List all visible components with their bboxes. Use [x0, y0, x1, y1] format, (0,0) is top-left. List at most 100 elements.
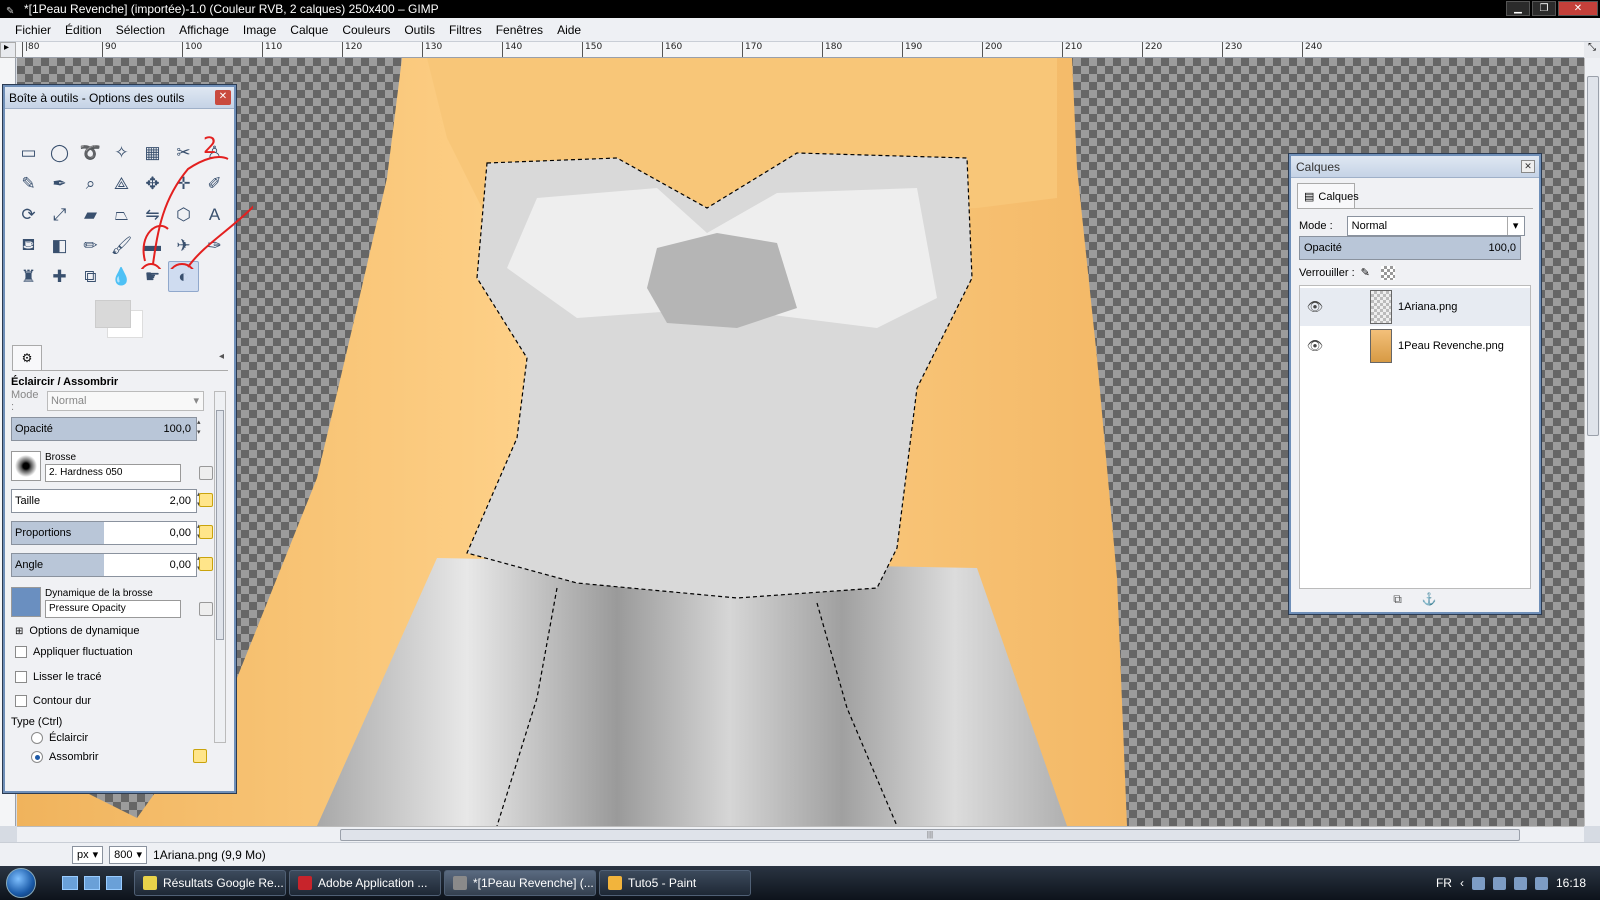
menu-aide[interactable]: Aide: [550, 19, 588, 41]
hard-edge-checkbox[interactable]: [15, 695, 27, 707]
menu-image[interactable]: Image: [236, 19, 283, 41]
tool-options-tab[interactable]: ⚙: [12, 345, 42, 371]
zoom-fit-icon[interactable]: ⤡: [1584, 42, 1600, 58]
aspect-slider[interactable]: Proportions 0,00 ▴▾: [11, 521, 201, 545]
reset-size-icon[interactable]: [199, 493, 213, 507]
mode-select[interactable]: Normal: [46, 391, 204, 411]
brush-name-field[interactable]: 2. Hardness 050: [45, 464, 181, 482]
menu-fenetres[interactable]: Fenêtres: [489, 19, 550, 41]
menu-calque[interactable]: Calque: [283, 19, 335, 41]
shear-tool[interactable]: ▰: [75, 199, 106, 230]
opacity-slider[interactable]: Opacité 100,0 ▴ ▾: [11, 417, 201, 441]
toolbox-title-bar[interactable]: Boîte à outils - Options des outils ✕: [5, 87, 234, 109]
taskbar-item-google[interactable]: Résultats Google Re...: [134, 870, 286, 896]
burn-radio-row[interactable]: Assombrir: [31, 751, 99, 763]
jitter-checkbox-row[interactable]: Appliquer fluctuation: [15, 646, 133, 658]
menu-filtres[interactable]: Filtres: [442, 19, 489, 41]
jitter-checkbox[interactable]: [15, 646, 27, 658]
visibility-eye-icon[interactable]: 👁: [1300, 338, 1330, 354]
zoom-tool[interactable]: ⌕: [75, 168, 106, 199]
layer-mode-select[interactable]: Normal: [1346, 216, 1525, 236]
tray-app-icon[interactable]: [1492, 876, 1506, 890]
switch-windows-icon[interactable]: [84, 876, 100, 890]
horizontal-ruler[interactable]: |80 90 100 110 120 130 140 150 160 170 1…: [16, 42, 1584, 58]
minimize-button[interactable]: ▁: [1506, 1, 1530, 16]
layers-tab[interactable]: ▤ Calques: [1297, 183, 1359, 209]
brush-preview[interactable]: [11, 451, 41, 481]
smooth-checkbox[interactable]: [15, 671, 27, 683]
maximize-button[interactable]: ❐: [1532, 1, 1556, 16]
start-button[interactable]: [0, 866, 42, 900]
reset-options-icon[interactable]: [193, 749, 207, 763]
network-icon[interactable]: [1513, 876, 1527, 890]
size-slider[interactable]: Taille 2,00 ▴▾: [11, 489, 201, 513]
edit-brush-icon[interactable]: [199, 466, 213, 480]
layer-name[interactable]: 1Ariana.png: [1398, 301, 1457, 313]
taskbar-item-adobe[interactable]: Adobe Application ...: [289, 870, 441, 896]
unit-select[interactable]: px ▾: [72, 845, 104, 864]
layer-opacity-slider[interactable]: Opacité 100,0: [1299, 236, 1521, 260]
layer-row[interactable]: 👁 1Ariana.png: [1300, 288, 1530, 326]
options-scroll-thumb[interactable]: [216, 410, 224, 640]
vertical-scroll-thumb[interactable]: [1587, 76, 1599, 436]
perspective-clone-tool[interactable]: ⧉: [75, 261, 106, 292]
bucket-fill-tool[interactable]: ⛾: [13, 230, 44, 261]
layers-close-icon[interactable]: ✕: [1521, 160, 1535, 173]
tray-expand-icon[interactable]: ‹: [1460, 876, 1464, 890]
fg-bg-colors[interactable]: [93, 298, 149, 342]
menu-affichage[interactable]: Affichage: [172, 19, 236, 41]
visibility-eye-icon[interactable]: 👁: [1300, 299, 1330, 315]
rotate-tool[interactable]: ⟳: [13, 199, 44, 230]
taskbar-item-paint[interactable]: Tuto5 - Paint: [599, 870, 751, 896]
clone-tool[interactable]: ♜: [13, 261, 44, 292]
ellipse-select-tool[interactable]: ◯: [44, 137, 75, 168]
toolbox-close-button[interactable]: ✕: [215, 90, 231, 105]
dynamics-preview-icon[interactable]: [11, 587, 41, 617]
volume-icon[interactable]: [1534, 876, 1548, 890]
explorer-icon[interactable]: [106, 876, 122, 890]
show-desktop-icon[interactable]: [62, 876, 78, 890]
opacity-spin[interactable]: ▴ ▾: [197, 418, 205, 440]
language-indicator[interactable]: FR: [1436, 876, 1452, 890]
options-scrollbar[interactable]: [214, 391, 226, 743]
foreground-color-swatch[interactable]: [95, 300, 131, 328]
scale-tool[interactable]: ⤢: [44, 199, 75, 230]
lock-alpha-icon[interactable]: [1380, 266, 1395, 280]
horizontal-scrollbar[interactable]: |||: [17, 826, 1584, 842]
lock-pixels-icon[interactable]: ✎: [1361, 266, 1375, 280]
clock[interactable]: 16:18: [1556, 876, 1586, 890]
zoom-select[interactable]: 800 ▾: [109, 845, 148, 864]
angle-slider[interactable]: Angle 0,00 ▴▾: [11, 553, 201, 577]
burn-radio[interactable]: [31, 751, 43, 763]
tab-menu-icon[interactable]: ◂: [219, 351, 224, 362]
quick-mask-toggle[interactable]: [0, 42, 16, 58]
heal-tool[interactable]: ✚: [44, 261, 75, 292]
paths-tool[interactable]: ✎: [13, 168, 44, 199]
color-picker-tool[interactable]: ✒: [44, 168, 75, 199]
rect-select-tool[interactable]: ▭: [13, 137, 44, 168]
dynamics-options-expander[interactable]: ⊞ Options de dynamique: [15, 625, 139, 637]
edit-dynamics-icon[interactable]: [199, 602, 213, 616]
menu-edition[interactable]: Édition: [58, 19, 109, 41]
menu-outils[interactable]: Outils: [397, 19, 442, 41]
menu-couleurs[interactable]: Couleurs: [335, 19, 397, 41]
close-window-button[interactable]: ✕: [1558, 1, 1598, 16]
layers-title-bar[interactable]: Calques ✕: [1291, 156, 1539, 178]
dodge-radio-row[interactable]: Éclaircir: [31, 732, 88, 744]
anchor-layer-icon[interactable]: ⚓: [1422, 592, 1437, 612]
smooth-checkbox-row[interactable]: Lisser le tracé: [15, 671, 101, 683]
layer-row[interactable]: 👁 1Peau Revenche.png: [1300, 327, 1530, 365]
dodge-radio[interactable]: [31, 732, 43, 744]
taskbar-item-gimp[interactable]: *[1Peau Revenche] (...: [444, 870, 596, 896]
reset-aspect-icon[interactable]: [199, 525, 213, 539]
pencil-tool[interactable]: ✏: [75, 230, 106, 261]
vertical-scrollbar[interactable]: [1584, 58, 1600, 826]
free-select-tool[interactable]: ➰: [75, 137, 106, 168]
reset-angle-icon[interactable]: [199, 557, 213, 571]
tray-app-icon[interactable]: [1471, 876, 1485, 890]
layer-name[interactable]: 1Peau Revenche.png: [1398, 340, 1504, 352]
menu-selection[interactable]: Sélection: [109, 19, 172, 41]
duplicate-layer-icon[interactable]: ⧉: [1393, 592, 1402, 612]
dynamics-name-field[interactable]: Pressure Opacity: [45, 600, 181, 618]
horizontal-scroll-thumb[interactable]: |||: [340, 829, 1520, 841]
